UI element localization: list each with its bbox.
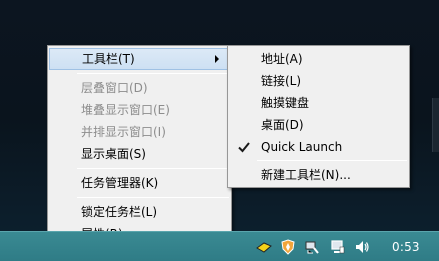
submenu-item-address-label: 地址(A) [261, 52, 303, 66]
submenu-item-desktop-label: 桌面(D) [261, 118, 304, 132]
window-edge [432, 98, 439, 152]
submenu-item-touch-keyboard-label: 触摸键盘 [261, 96, 310, 110]
security-shield-icon[interactable] [279, 239, 297, 255]
menu-item-cascade-windows[interactable]: 层叠窗口(D) [49, 77, 230, 99]
submenu-item-address[interactable]: 地址(A) [229, 48, 408, 70]
taskbar-context-menu: 工具栏(T) 层叠窗口(D) 堆叠显示窗口(E) 并排显示窗口(I) 显示桌面(… [47, 45, 232, 245]
menu-item-side-by-side[interactable]: 并排显示窗口(I) [49, 121, 230, 143]
menu-item-toolbars[interactable]: 工具栏(T) [49, 48, 230, 70]
network-icon[interactable] [329, 239, 347, 255]
taskbar-clock[interactable]: 0:53 [392, 240, 420, 254]
menu-separator [257, 160, 407, 161]
menu-item-side-by-side-label: 并排显示窗口(I) [81, 125, 166, 139]
submenu-item-links[interactable]: 链接(L) [229, 70, 408, 92]
volume-icon[interactable] [353, 239, 371, 255]
action-center-flag-icon[interactable] [255, 239, 273, 255]
toolbars-submenu: 地址(A) 链接(L) 触摸键盘 桌面(D) Quick Launch 新建工具… [227, 45, 410, 188]
menu-item-stack-label: 堆叠显示窗口(E) [81, 103, 170, 117]
submenu-arrow-icon [215, 55, 219, 63]
taskbar[interactable]: 0:53 [0, 231, 439, 261]
submenu-item-quick-launch[interactable]: Quick Launch [229, 136, 408, 158]
submenu-item-new-toolbar-label: 新建工具栏(N)... [261, 168, 351, 182]
submenu-item-links-label: 链接(L) [261, 74, 302, 88]
menu-item-stack-windows[interactable]: 堆叠显示窗口(E) [49, 99, 230, 121]
menu-item-lock-taskbar[interactable]: 锁定任务栏(L) [49, 201, 230, 223]
submenu-item-desktop[interactable]: 桌面(D) [229, 114, 408, 136]
submenu-item-quick-launch-label: Quick Launch [261, 140, 343, 154]
menu-separator [77, 168, 229, 169]
menu-item-show-desktop-label: 显示桌面(S) [81, 147, 146, 161]
menu-separator [77, 73, 229, 74]
menu-item-lock-taskbar-label: 锁定任务栏(L) [81, 205, 158, 219]
menu-item-cascade-label: 层叠窗口(D) [81, 81, 148, 95]
network-usb-icon[interactable] [303, 239, 321, 255]
menu-item-task-manager-label: 任务管理器(K) [81, 176, 159, 190]
checkmark-icon [238, 142, 250, 153]
menu-item-toolbars-label: 工具栏(T) [82, 52, 135, 66]
submenu-item-new-toolbar[interactable]: 新建工具栏(N)... [229, 164, 408, 186]
menu-separator [77, 197, 229, 198]
submenu-item-touch-keyboard[interactable]: 触摸键盘 [229, 92, 408, 114]
menu-item-task-manager[interactable]: 任务管理器(K) [49, 172, 230, 194]
desktop: 工具栏(T) 层叠窗口(D) 堆叠显示窗口(E) 并排显示窗口(I) 显示桌面(… [0, 0, 439, 261]
menu-item-show-desktop[interactable]: 显示桌面(S) [49, 143, 230, 165]
